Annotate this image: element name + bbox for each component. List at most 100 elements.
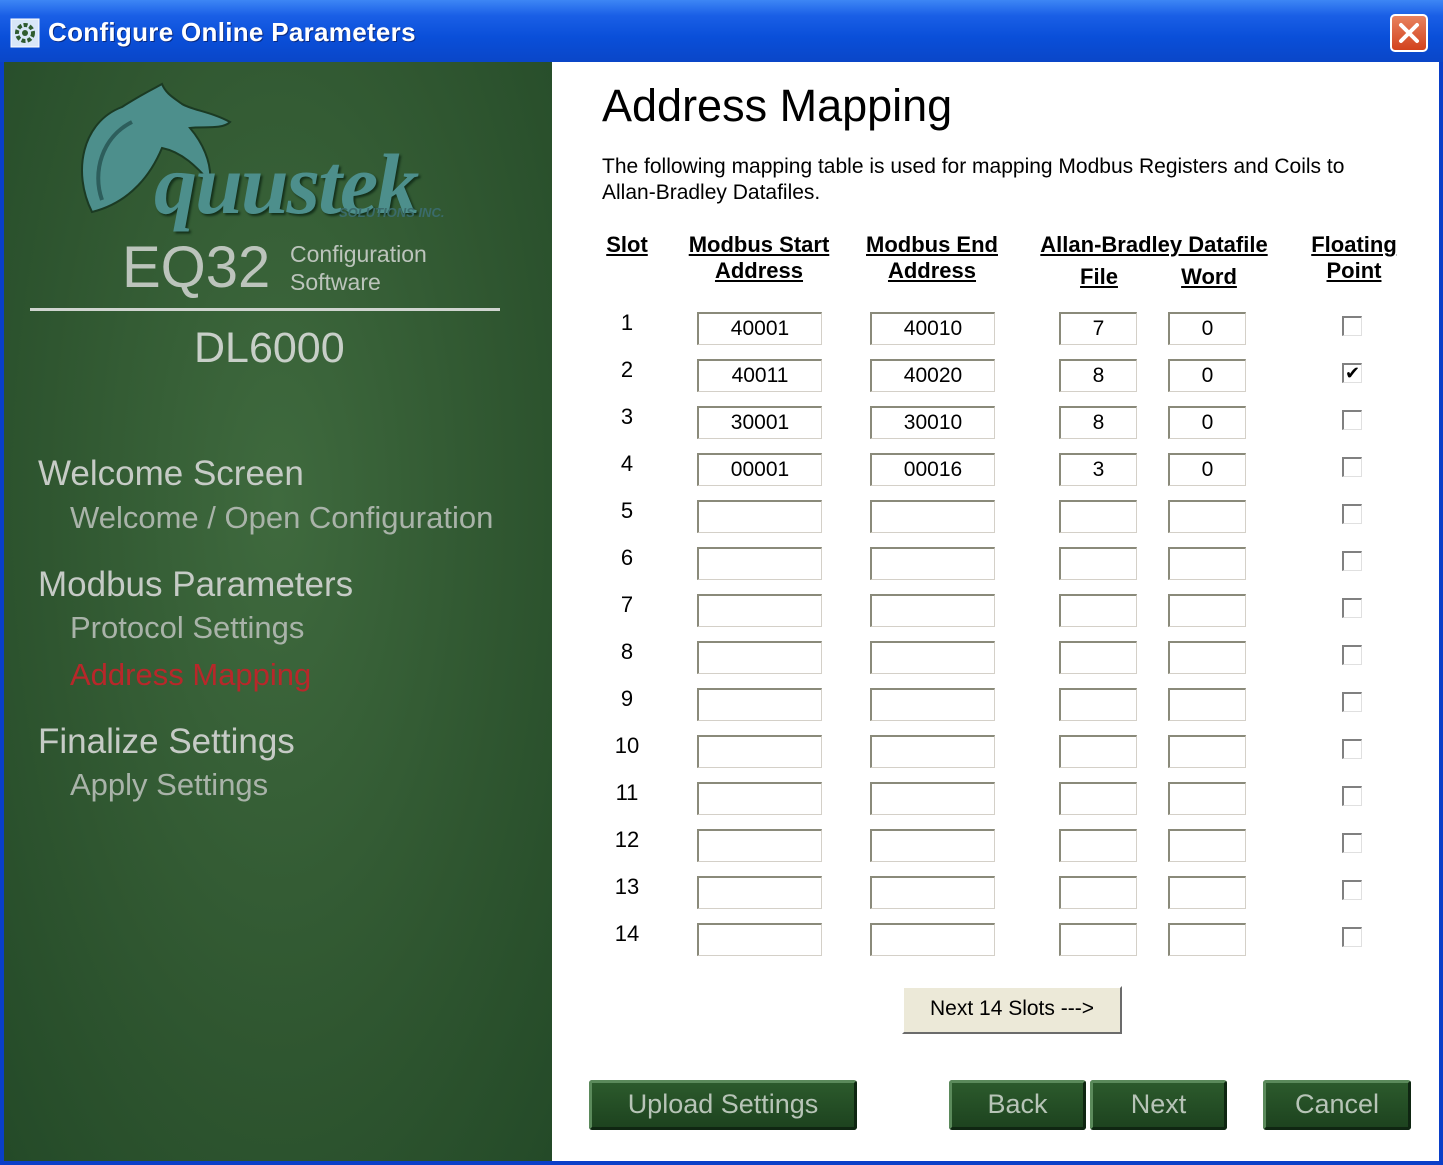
product-subtitle: Configuration Software [290,240,427,296]
modbus-end-input[interactable]: 40010 [870,312,995,345]
ab-file-input[interactable] [1059,641,1137,674]
ab-file-input[interactable] [1059,923,1137,956]
modbus-end-input[interactable] [870,923,995,956]
modbus-start-input[interactable] [697,782,822,815]
ab-word-input[interactable] [1168,641,1246,674]
modbus-start-input[interactable] [697,688,822,721]
nav-heading-modbus[interactable]: Modbus Parameters [38,565,353,605]
floating-point-checkbox[interactable] [1342,833,1362,853]
product-name: EQ32 [122,235,271,300]
ab-word-input[interactable] [1168,688,1246,721]
ab-word-input[interactable] [1168,923,1246,956]
floating-point-checkbox[interactable] [1342,786,1362,806]
slot-number: 5 [620,498,634,523]
ab-file-input[interactable]: 3 [1059,453,1137,486]
header-floating-point: Floating Point [1304,232,1404,284]
modbus-start-input[interactable]: 00001 [697,453,822,486]
ab-word-input[interactable] [1168,500,1246,533]
nav-item-apply-settings[interactable]: Apply Settings [70,767,268,803]
modbus-start-input[interactable]: 30001 [697,406,822,439]
ab-file-input[interactable]: 7 [1059,312,1137,345]
ab-word-input[interactable] [1168,547,1246,580]
next-slots-button[interactable]: Next 14 Slots ---> [902,986,1122,1034]
modbus-start-input[interactable] [697,594,822,627]
modbus-start-input[interactable] [697,641,822,674]
ab-file-input[interactable] [1059,782,1137,815]
ab-word-input[interactable]: 0 [1168,406,1246,439]
modbus-end-input[interactable]: 40020 [870,359,995,392]
ab-file-input[interactable] [1059,735,1137,768]
floating-point-checkbox[interactable] [1342,927,1362,947]
modbus-start-input[interactable]: 40011 [697,359,822,392]
nav-heading-welcome[interactable]: Welcome Screen [38,454,304,494]
floating-point-checkbox[interactable] [1342,692,1362,712]
modbus-end-input[interactable] [870,782,995,815]
title-bar[interactable]: Configure Online Parameters [0,0,1443,62]
nav-item-welcome-open[interactable]: Welcome / Open Configuration [70,500,493,536]
ab-file-input[interactable] [1059,500,1137,533]
floating-point-checkbox[interactable] [1342,739,1362,759]
modbus-end-input[interactable] [870,829,995,862]
floating-point-checkbox[interactable] [1342,598,1362,618]
floating-point-checkbox[interactable] [1342,410,1362,430]
next-button[interactable]: Next [1090,1080,1227,1130]
cancel-button[interactable]: Cancel [1263,1080,1411,1130]
modbus-end-input[interactable] [870,735,995,768]
ab-file-input[interactable] [1059,594,1137,627]
nav-heading-finalize[interactable]: Finalize Settings [38,722,295,762]
ab-word-input[interactable]: 0 [1168,359,1246,392]
floating-point-checkbox[interactable] [1342,504,1362,524]
floating-point-checkbox[interactable] [1342,880,1362,900]
ab-file-input[interactable] [1059,688,1137,721]
slot-number: 14 [614,921,640,946]
ab-file-input[interactable] [1059,547,1137,580]
modbus-start-input[interactable]: 40001 [697,312,822,345]
nav-item-address-mapping[interactable]: Address Mapping [70,657,311,693]
back-button[interactable]: Back [949,1080,1086,1130]
modbus-end-input[interactable]: 00016 [870,453,995,486]
modbus-end-input[interactable] [870,500,995,533]
close-icon [1399,23,1419,43]
ab-word-input[interactable] [1168,594,1246,627]
ab-word-input[interactable] [1168,876,1246,909]
ab-file-input[interactable] [1059,876,1137,909]
modbus-end-input[interactable] [870,688,995,721]
ab-word-input[interactable] [1168,735,1246,768]
header-modbus-end-line1: Modbus End [866,232,998,257]
header-floating-point-line2: Point [1326,258,1382,283]
modbus-end-input[interactable] [870,641,995,674]
modbus-start-input[interactable] [697,829,822,862]
close-button[interactable] [1390,14,1428,52]
ab-word-input[interactable]: 0 [1168,312,1246,345]
floating-point-checkbox[interactable] [1342,457,1362,477]
modbus-end-input[interactable]: 30010 [870,406,995,439]
modbus-start-input[interactable] [697,735,822,768]
ab-file-input[interactable]: 8 [1059,359,1137,392]
modbus-start-input[interactable] [697,923,822,956]
slot-number: 13 [614,874,640,899]
modbus-start-input[interactable] [697,876,822,909]
modbus-end-input[interactable] [870,876,995,909]
ab-file-input[interactable]: 8 [1059,406,1137,439]
ab-file-input[interactable] [1059,829,1137,862]
modbus-start-input[interactable] [697,547,822,580]
header-file: File [1080,264,1118,289]
upload-settings-button[interactable]: Upload Settings [589,1080,857,1130]
header-modbus-start: Modbus Start Address [679,232,839,284]
slot-number: 8 [620,639,634,664]
slot-number: 7 [620,592,634,617]
ab-word-input[interactable] [1168,829,1246,862]
floating-point-checkbox[interactable] [1342,551,1362,571]
ab-word-input[interactable]: 0 [1168,453,1246,486]
nav-item-protocol-settings[interactable]: Protocol Settings [70,610,304,646]
floating-point-checkbox[interactable]: ✔ [1342,363,1362,383]
floating-point-checkbox[interactable] [1342,316,1362,336]
modbus-end-input[interactable] [870,594,995,627]
header-floating-point-line1: Floating [1311,232,1397,257]
ab-word-input[interactable] [1168,782,1246,815]
logo-subtitle: SOLUTIONS INC. [339,205,445,220]
floating-point-checkbox[interactable] [1342,645,1362,665]
page-description-line2: Allan-Bradley Datafiles. [602,181,821,204]
modbus-start-input[interactable] [697,500,822,533]
modbus-end-input[interactable] [870,547,995,580]
